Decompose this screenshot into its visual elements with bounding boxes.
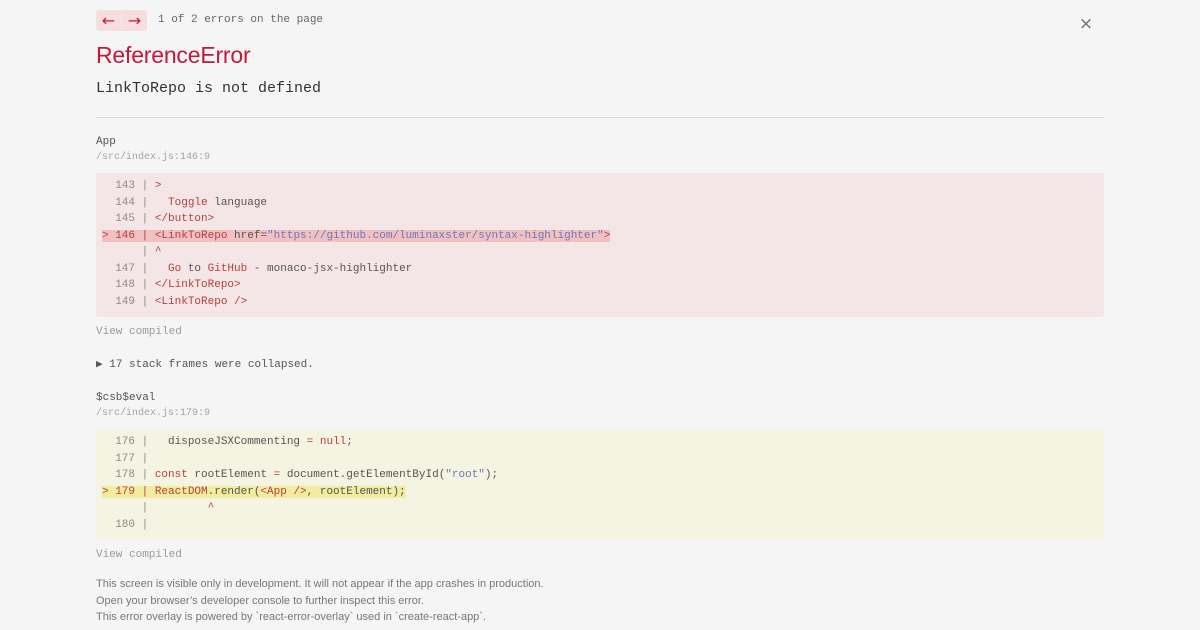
- code-line: 177 |: [96, 451, 1104, 468]
- divider: [96, 117, 1104, 118]
- line-gutter: 147 |: [102, 262, 155, 275]
- code-token: document.getElementById(: [280, 469, 446, 481]
- code-line: 148 | </LinkToRepo>: [96, 277, 1104, 294]
- code-token: monaco-jsx-highlighter: [267, 262, 413, 275]
- code-line: 144 | Toggle language: [96, 195, 1104, 212]
- code-token: rootElement: [187, 469, 274, 481]
- footer-line: This error overlay is powered by `react-…: [96, 611, 487, 623]
- next-error-button[interactable]: →: [122, 10, 147, 31]
- frame-function-name: $csb$eval: [96, 392, 156, 404]
- code-token: Toggle: [154, 196, 208, 209]
- error-message: LinkToRepo is not defined: [96, 80, 322, 97]
- frame-function-name: App: [96, 136, 116, 148]
- code-line-content: | ^: [102, 246, 162, 258]
- view-compiled-link[interactable]: View compiled: [96, 325, 1104, 339]
- code-token: Go: [154, 262, 182, 275]
- error-overlay: ← → 1 of 2 errors on the page × Referenc…: [96, 9, 1104, 626]
- code-line-content: > 179 | ReactDOM.render(<App />, rootEle…: [102, 485, 406, 498]
- code-token: disposeJSXCommenting: [154, 436, 307, 448]
- code-token: </LinkToRepo>: [154, 279, 241, 291]
- code-token: ^: [154, 246, 162, 258]
- line-gutter: 177 |: [102, 452, 155, 465]
- code-token: href=: [227, 229, 268, 242]
- frame-file-path[interactable]: /src/index.js:179:9: [96, 407, 1104, 420]
- code-token: <LinkToRepo />: [154, 295, 248, 308]
- code-line: 180 |: [96, 517, 1104, 534]
- code-line-content: 148 | </LinkToRepo>: [102, 279, 241, 291]
- code-token: <App />: [260, 485, 307, 498]
- code-line: 147 | Go to GitHub - monaco-jsx-highligh…: [96, 261, 1104, 278]
- stack-frame: $csb$eval /src/index.js:179:9 176 | disp…: [96, 391, 1104, 562]
- code-line: 143 | >: [96, 178, 1104, 195]
- code-line-content: | ^: [102, 502, 215, 514]
- line-gutter: 149 |: [102, 295, 155, 308]
- line-gutter: 176 |: [102, 436, 155, 448]
- frame-file-path[interactable]: /src/index.js:146:9: [96, 151, 1104, 164]
- view-compiled-link[interactable]: View compiled: [96, 548, 1104, 562]
- code-token: "root": [445, 469, 485, 481]
- highlighted-code-line: > 146 | <LinkToRepo href="https://github…: [96, 228, 1104, 245]
- close-icon[interactable]: ×: [1078, 16, 1094, 33]
- error-pager: ← →: [96, 9, 147, 31]
- code-line-content: 176 | disposeJSXCommenting = null;: [102, 436, 353, 448]
- code-line: 145 | </button>: [96, 211, 1104, 228]
- collapsed-frames-toggle[interactable]: ▶ 17 stack frames were collapsed.: [96, 358, 1104, 372]
- code-line: | ^: [96, 500, 1104, 517]
- code-token: const: [154, 469, 188, 481]
- footer-line: Open your browser’s developer console to…: [96, 594, 424, 607]
- code-token: "https://github.com/luminaxster/syntax-h…: [267, 229, 604, 242]
- line-gutter: |: [102, 502, 155, 514]
- code-snippet: 143 | > 144 | Toggle language 145 | </bu…: [96, 173, 1104, 317]
- code-line: 149 | <LinkToRepo />: [96, 294, 1104, 311]
- code-line: 176 | disposeJSXCommenting = null;: [96, 434, 1104, 451]
- code-token: -: [247, 262, 268, 275]
- line-gutter: 145 |: [102, 213, 155, 225]
- code-token: to: [181, 262, 208, 275]
- code-token: </button>: [154, 213, 215, 225]
- line-gutter: 148 |: [102, 279, 155, 291]
- line-gutter: > 179 |: [102, 485, 155, 498]
- footer-line: This screen is visible only in developme…: [96, 578, 544, 590]
- previous-error-button[interactable]: ←: [96, 10, 121, 31]
- code-token: );: [484, 469, 499, 481]
- code-line-content: 144 | Toggle language: [102, 197, 267, 209]
- error-navigation-bar: ← → 1 of 2 errors on the page: [96, 9, 1104, 31]
- code-token: <LinkToRepo: [154, 229, 228, 242]
- line-gutter: 143 |: [102, 180, 155, 192]
- code-line-content: 180 |: [102, 519, 155, 531]
- line-gutter: > 146 |: [102, 229, 155, 242]
- line-gutter: 180 |: [102, 518, 155, 531]
- code-line-content: 143 | >: [102, 180, 161, 192]
- code-token: language: [207, 196, 268, 209]
- error-count: 1 of 2 errors on the page: [158, 14, 324, 26]
- code-line-content: 145 | </button>: [102, 213, 214, 225]
- code-token: ^: [154, 502, 215, 514]
- code-token: ;: [346, 436, 353, 448]
- code-line-content: 147 | Go to GitHub - monaco-jsx-highligh…: [102, 263, 412, 275]
- line-gutter: 178 |: [102, 469, 155, 481]
- code-line-content: 177 |: [102, 453, 155, 465]
- code-token: , rootElement);: [306, 485, 406, 498]
- code-line-content: 149 | <LinkToRepo />: [102, 296, 247, 308]
- code-line-content: > 146 | <LinkToRepo href="https://github…: [102, 229, 611, 242]
- code-line: | ^: [96, 244, 1104, 261]
- code-token: ReactDOM: [154, 485, 208, 498]
- highlighted-code-line: > 179 | ReactDOM.render(<App />, rootEle…: [96, 484, 1104, 501]
- overlay-footer: This screen is visible only in developme…: [96, 576, 1104, 626]
- code-token: GitHub: [207, 262, 248, 275]
- code-line: 178 | const rootElement = document.getEl…: [96, 467, 1104, 484]
- code-line-content: 178 | const rootElement = document.getEl…: [102, 469, 498, 481]
- line-gutter: |: [102, 246, 155, 258]
- code-token: >: [154, 180, 162, 192]
- code-token: null: [319, 436, 347, 448]
- line-gutter: 144 |: [102, 196, 155, 209]
- code-token: .render(: [207, 485, 261, 498]
- error-type-title: ReferenceError: [96, 42, 251, 68]
- code-snippet: 176 | disposeJSXCommenting = null; 177 |…: [96, 429, 1104, 540]
- code-token: >: [603, 229, 611, 242]
- stack-frame: App /src/index.js:146:9 143 | > 144 | To…: [96, 135, 1104, 339]
